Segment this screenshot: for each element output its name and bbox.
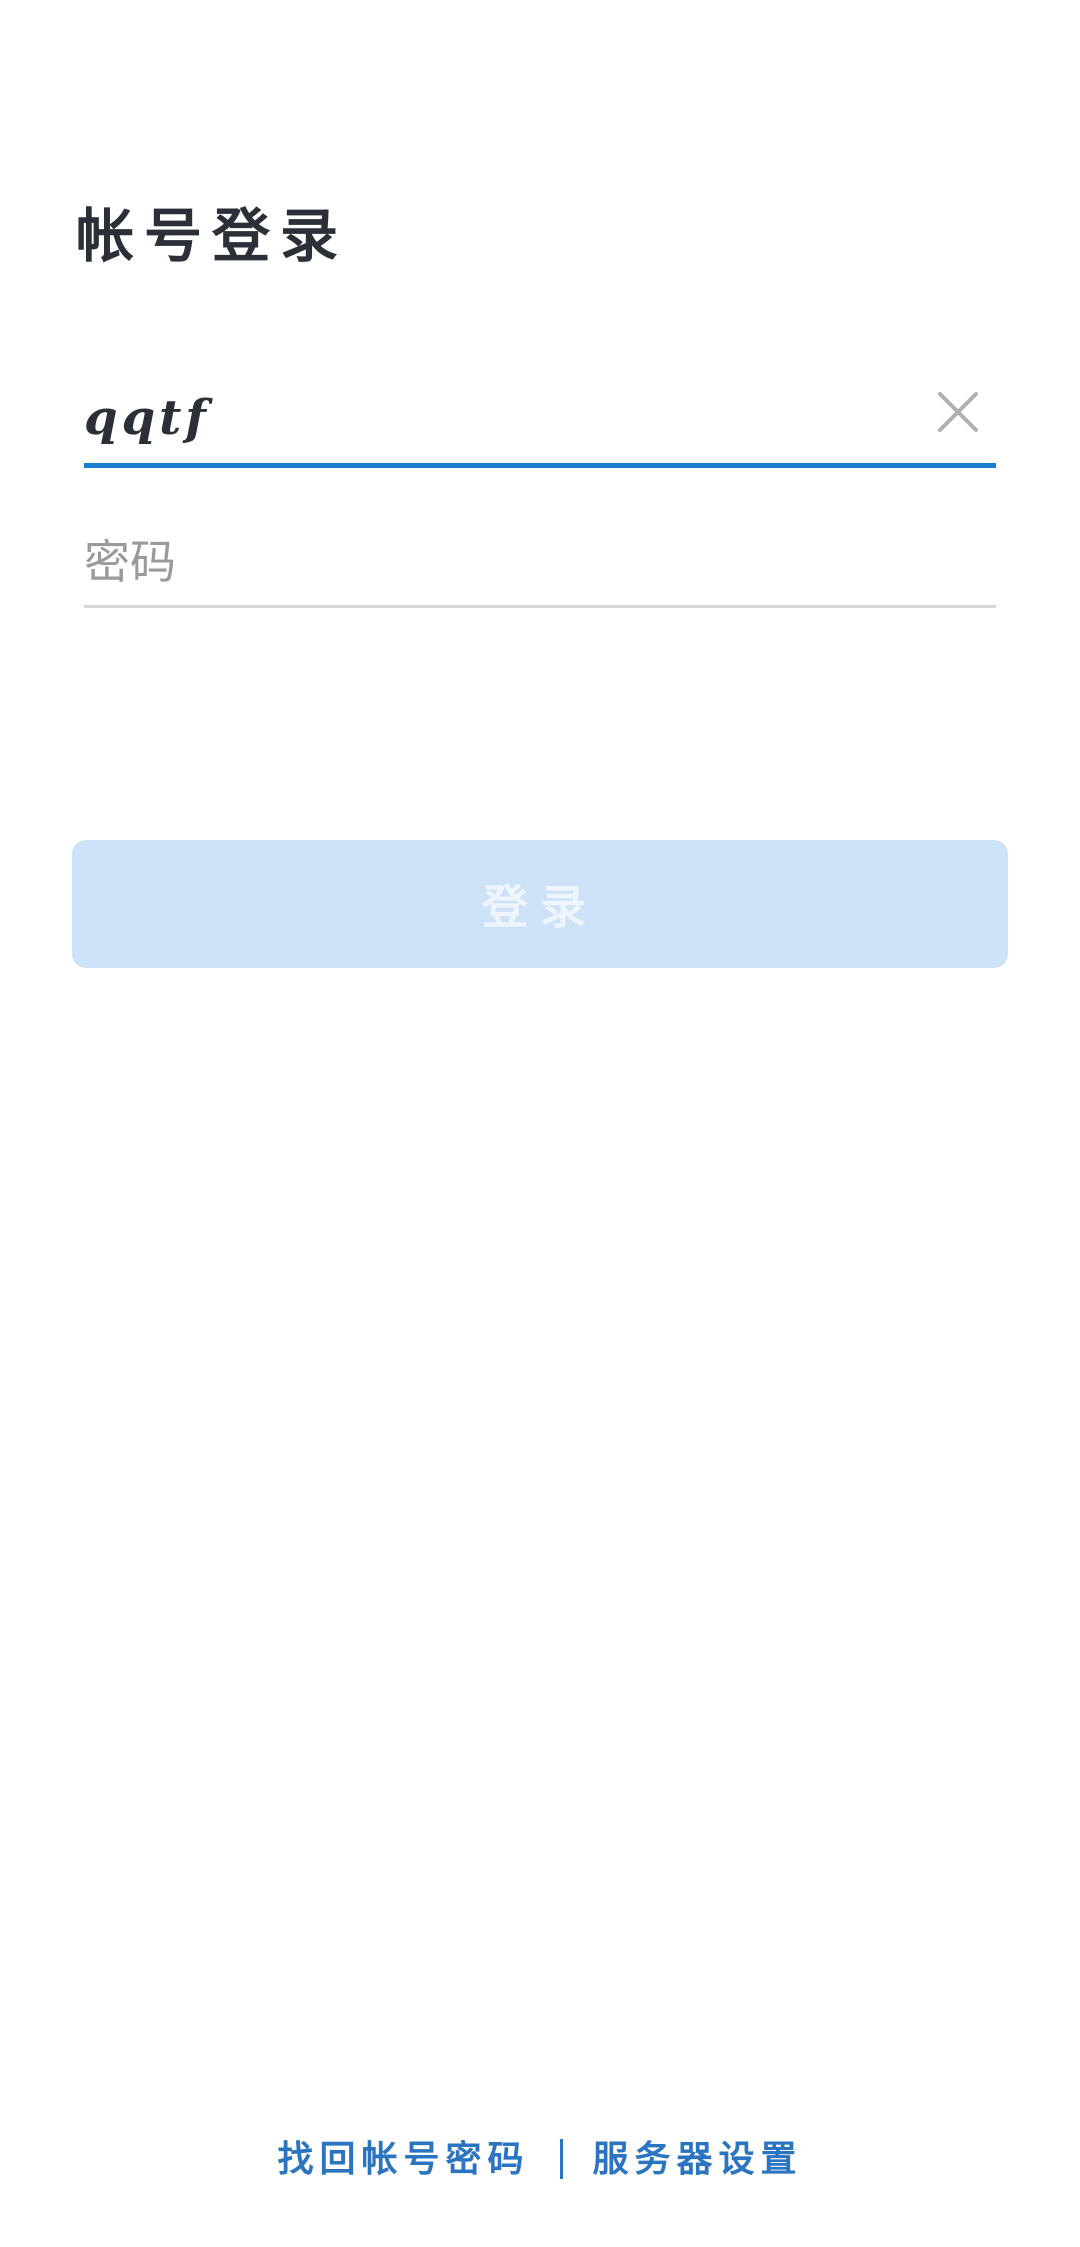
page-title: 帐号登录 (76, 202, 349, 270)
login-screen: 帐号登录 qqtf 密码 登录 找回帐号密码 服务器设置 (0, 0, 1080, 2247)
username-field[interactable]: qqtf (84, 372, 996, 468)
footer-divider (559, 2139, 563, 2179)
recover-account-link[interactable]: 找回帐号密码 (277, 2134, 529, 2184)
password-placeholder: 密码 (84, 535, 176, 589)
footer-links: 找回帐号密码 服务器设置 (0, 2134, 1080, 2184)
username-value[interactable]: qqtf (84, 388, 210, 448)
close-icon[interactable] (936, 390, 980, 434)
password-field[interactable]: 密码 (84, 512, 996, 608)
server-settings-link[interactable]: 服务器设置 (593, 2134, 803, 2184)
login-button[interactable]: 登录 (72, 840, 1008, 968)
